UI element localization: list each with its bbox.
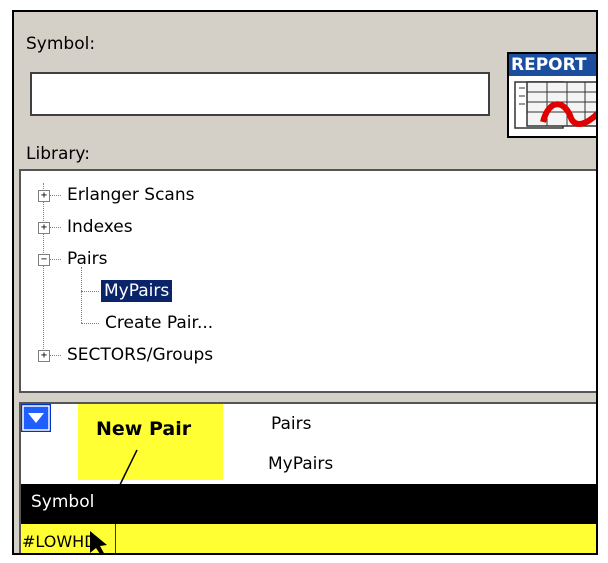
expand-icon[interactable]: + [38,222,50,234]
symbol-label: Symbol: [26,34,96,54]
report-button[interactable]: REPORT [507,52,596,138]
expand-icon[interactable]: + [38,190,50,202]
tree-item-sectors-groups[interactable]: SECTORS/Groups [67,344,213,366]
tree-connector [49,195,61,196]
pointer-annotation [90,449,138,553]
library-tree[interactable]: + Erlanger Scans + Indexes − Pairs MyPai… [19,169,596,393]
results-grid: New Pair Pairs MyPairs Symbol #LOWHD [19,402,596,553]
report-label: REPORT [509,54,596,76]
expand-icon[interactable]: + [38,350,50,362]
collapse-icon[interactable]: − [38,254,50,266]
tree-item-mypairs[interactable]: MyPairs [101,280,173,302]
tree-connector [81,323,99,324]
window-frame: Symbol: REPORT Library: + Erlanger Scans… [12,10,598,555]
tree-connector [81,291,99,292]
tree-item-create-pair[interactable]: Create Pair... [105,312,213,334]
report-grid-icon [514,81,596,129]
tree-connector [43,183,44,359]
mouse-cursor-icon [90,531,107,553]
tree-item-indexes[interactable]: Indexes [67,216,133,238]
grid-title: Pairs [271,414,312,434]
tree-connector [81,267,82,323]
tree-item-erlanger-scans[interactable]: Erlanger Scans [67,184,194,206]
tree-connector [49,259,61,260]
grid-subtitle: MyPairs [268,454,334,474]
tree-item-pairs[interactable]: Pairs [67,248,107,270]
tree-connector [49,355,61,356]
tree-connector [49,227,61,228]
library-label: Library: [26,144,90,164]
symbol-input[interactable] [30,72,490,116]
